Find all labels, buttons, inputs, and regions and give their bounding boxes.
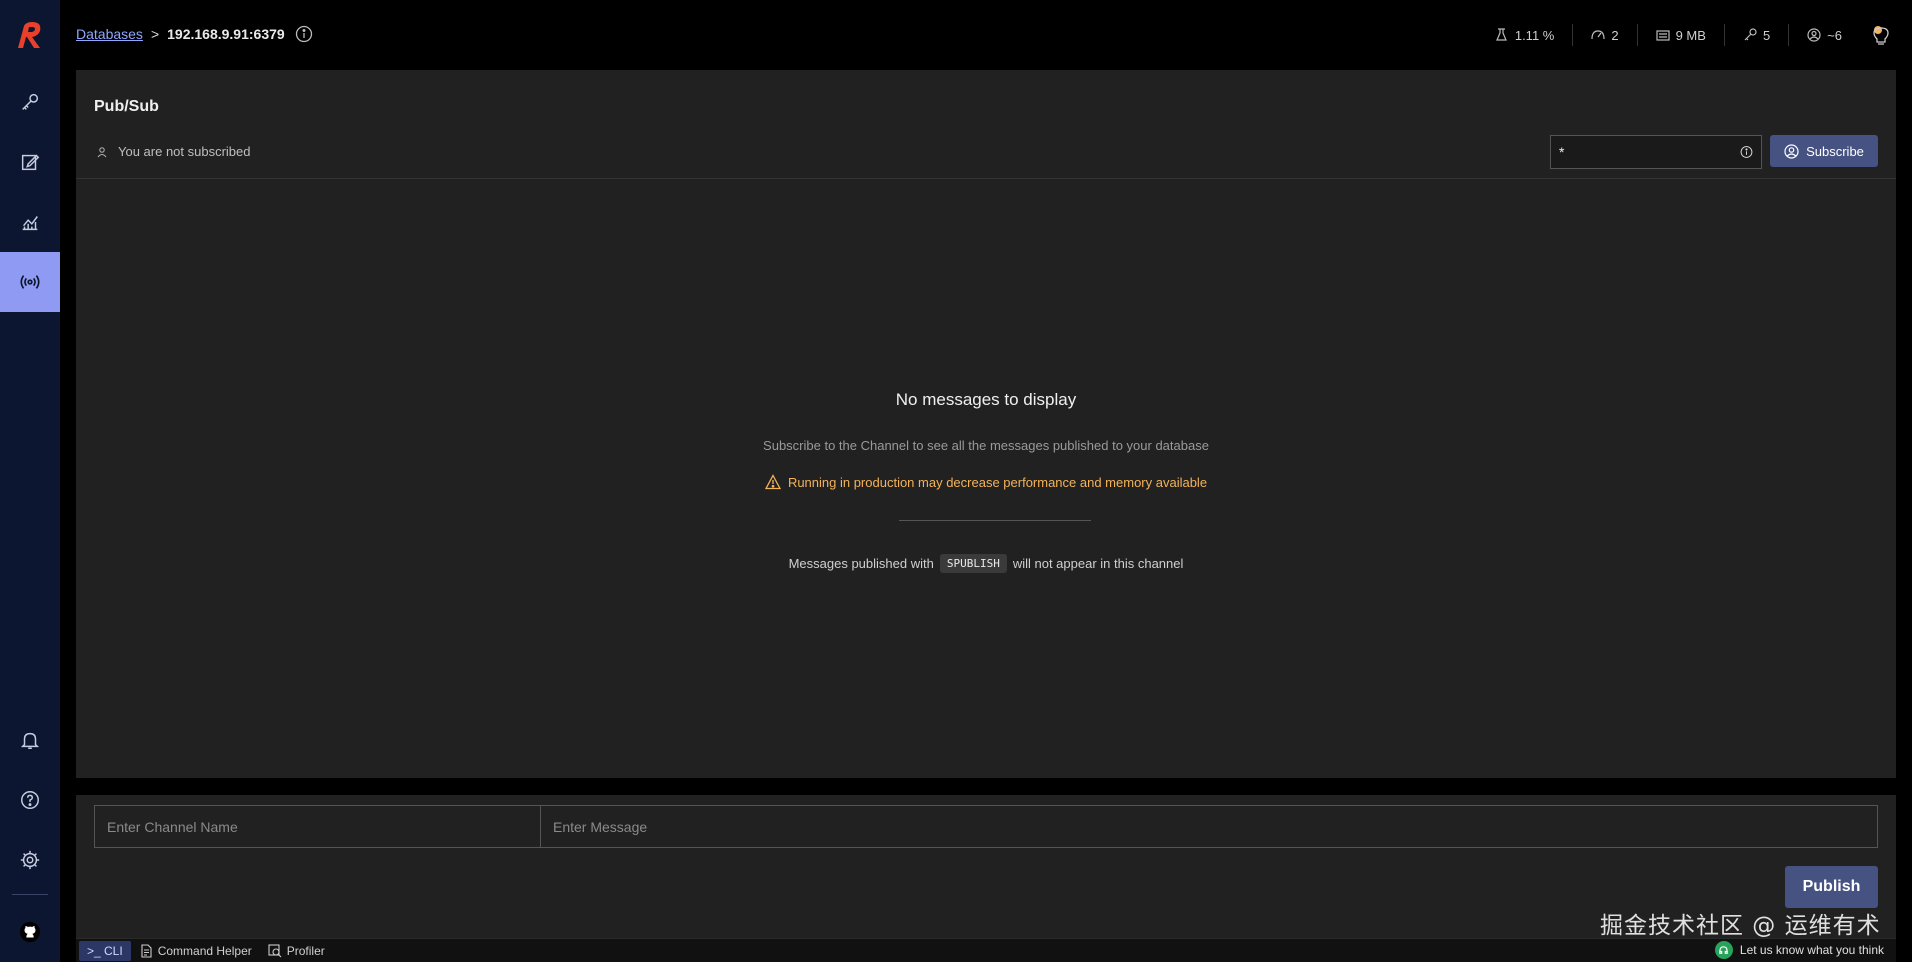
command-helper-tab[interactable]: Command Helper: [131, 941, 260, 961]
spublish-note-after: will not appear in this channel: [1012, 556, 1184, 571]
empty-state-title: No messages to display: [895, 390, 1077, 409]
db-stats: 1.11 % 2 9 MB 5 ~6: [1477, 24, 1892, 46]
sidebar-item-github[interactable]: [0, 902, 60, 962]
sidebar-divider: [12, 894, 48, 895]
gear-icon: [20, 850, 40, 870]
spublish-note: Messages published with SPUBLISH will no…: [76, 554, 1896, 573]
sidebar-item-analytics[interactable]: [0, 192, 60, 252]
feedback-label: Let us know what you think: [1739, 943, 1884, 957]
subscribe-button[interactable]: Subscribe: [1770, 135, 1878, 167]
empty-state-divider: [899, 520, 1091, 521]
stat-cpu-value: 1.11 %: [1514, 27, 1555, 43]
sidebar-item-browser[interactable]: [0, 72, 60, 132]
github-icon: [19, 921, 41, 943]
breadcrumb-separator: >: [150, 26, 160, 42]
watermark-text: 掘金技术社区 @ 运维有术: [1600, 913, 1881, 939]
channel-name-input[interactable]: [95, 806, 541, 847]
stat-commands: 2: [1572, 24, 1636, 46]
redis-logo-icon[interactable]: [12, 18, 48, 54]
production-warning-text: Running in production may decrease perfo…: [787, 474, 1208, 490]
breadcrumb-current-db: 192.168.9.91:6379: [167, 26, 285, 42]
publish-button[interactable]: Publish: [1785, 866, 1878, 908]
subscription-status-text: You are not subscribed: [118, 144, 251, 159]
stat-clients: ~6: [1788, 24, 1860, 46]
info-icon[interactable]: [295, 25, 313, 43]
feedback-link[interactable]: Let us know what you think: [1714, 941, 1884, 959]
stat-keys: 5: [1723, 24, 1788, 46]
profiler-label: Profiler: [286, 943, 325, 958]
user-circle-icon: [1807, 28, 1821, 42]
empty-state-subtitle: Subscribe to the Channel to see all the …: [763, 438, 1209, 453]
speedometer-icon: [1591, 30, 1605, 40]
feedback-icon: [1714, 941, 1733, 959]
sidebar: [0, 0, 60, 962]
subscription-status: You are not subscribed: [96, 144, 251, 159]
top-bar: Databases > 192.168.9.91:6379 1.11 % 2 9…: [60, 0, 1912, 70]
pattern-field: [1550, 135, 1762, 169]
header-divider: [76, 178, 1896, 179]
stat-memory: 9 MB: [1636, 24, 1724, 46]
memory-icon: [1655, 30, 1670, 41]
cpu-icon: [1495, 28, 1507, 41]
user-icon: [97, 146, 107, 157]
publish-inputs: [94, 805, 1878, 848]
user-circle-icon: [1784, 143, 1799, 159]
stat-commands-value: 2: [1611, 27, 1619, 43]
profiler-icon: [268, 943, 282, 957]
subscribe-button-label: Subscribe: [1806, 143, 1864, 159]
key-icon: [1744, 28, 1757, 41]
breadcrumb-databases-link[interactable]: Databases: [76, 26, 143, 42]
sidebar-item-pubsub[interactable]: [0, 252, 60, 312]
sidebar-item-settings[interactable]: [0, 830, 60, 890]
cli-tab-label: >_ CLI: [87, 943, 123, 958]
analytics-icon: [22, 216, 38, 231]
warning-icon: [764, 474, 781, 490]
sidebar-item-help[interactable]: [0, 770, 60, 830]
stat-clients-value: ~6: [1827, 27, 1842, 43]
production-warning: Running in production may decrease perfo…: [76, 474, 1896, 490]
sidebar-item-notifications[interactable]: [0, 710, 60, 770]
channel-pattern-input[interactable]: [1551, 136, 1740, 168]
stat-cpu: 1.11 %: [1477, 24, 1573, 46]
page-title: Pub/Sub: [94, 98, 159, 115]
lightbulb-icon[interactable]: [1870, 24, 1892, 46]
spublish-note-before: Messages published with: [788, 556, 934, 571]
stat-memory-value: 9 MB: [1675, 27, 1706, 43]
breadcrumb: Databases > 192.168.9.91:6379: [76, 25, 313, 43]
pubsub-panel: Pub/Sub You are not subscribed Subscribe…: [76, 70, 1896, 778]
message-input[interactable]: [541, 806, 1877, 847]
cli-tab[interactable]: >_ CLI: [79, 940, 131, 961]
spublish-code-badge: SPUBLISH: [939, 554, 1007, 573]
command-helper-label: Command Helper: [157, 943, 252, 958]
sidebar-item-workbench[interactable]: [0, 132, 60, 192]
help-icon: [21, 791, 39, 809]
broadcast-icon: [20, 275, 40, 289]
stat-keys-value: 5: [1762, 27, 1771, 43]
profiler-tab[interactable]: Profiler: [260, 941, 333, 961]
key-icon: [22, 93, 39, 110]
edit-icon: [21, 154, 40, 171]
document-icon: [141, 943, 152, 958]
info-icon[interactable]: [1740, 143, 1753, 161]
bottom-bar: >_ CLI Command Helper Profiler Let us kn…: [76, 938, 1896, 962]
bell-icon: [20, 732, 40, 749]
